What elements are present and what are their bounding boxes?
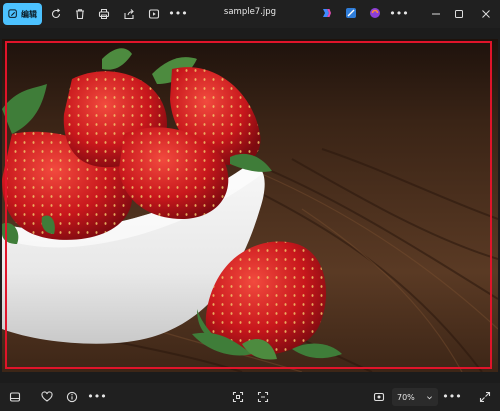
actual-size-icon [232, 391, 244, 403]
printer-icon [98, 9, 110, 19]
maximize-icon [455, 10, 463, 18]
heart-icon [41, 391, 53, 402]
close-icon [482, 10, 490, 18]
image-canvas[interactable] [0, 28, 500, 383]
status-bar: ••• 70% ••• [0, 383, 500, 411]
zoom-value: 70% [397, 392, 415, 402]
title-bar: 编辑 ••• sample7.jpg ••• [0, 0, 500, 28]
actual-size-button[interactable] [229, 388, 247, 406]
designer-icon[interactable] [345, 7, 357, 19]
window-more-button[interactable]: ••• [389, 5, 408, 23]
more-options-button[interactable]: ••• [168, 5, 187, 23]
close-button[interactable] [477, 5, 495, 23]
filmstrip-icon [9, 392, 21, 402]
copilot-icon[interactable] [320, 7, 332, 19]
filmstrip-button[interactable] [6, 388, 24, 406]
edit-button-label: 编辑 [21, 9, 37, 19]
fullscreen-icon [479, 391, 491, 403]
slideshow-icon [148, 9, 160, 19]
fit-window-icon [257, 391, 269, 403]
slideshow-button[interactable] [145, 5, 163, 23]
delete-button[interactable] [71, 5, 89, 23]
favorite-button[interactable] [38, 388, 56, 406]
edit-icon [8, 9, 17, 18]
share-icon [124, 9, 134, 20]
print-button[interactable] [95, 5, 113, 23]
photo-strawberries [2, 39, 498, 372]
zoom-dropdown[interactable]: 70% [392, 388, 438, 406]
fullscreen-button[interactable] [476, 388, 494, 406]
footer-more-button[interactable]: ••• [87, 388, 106, 406]
view-mode-icon [373, 392, 385, 402]
share-button[interactable] [120, 5, 138, 23]
minimize-icon [432, 13, 440, 15]
fit-to-window-button[interactable] [254, 388, 272, 406]
view-mode-button[interactable] [370, 388, 388, 406]
maximize-button[interactable] [450, 5, 468, 23]
file-name: sample7.jpg [223, 7, 277, 17]
rotate-button[interactable] [47, 5, 65, 23]
clipchamp-icon[interactable] [369, 7, 381, 19]
info-icon [66, 391, 78, 403]
zoom-more-button[interactable]: ••• [442, 388, 461, 406]
file-info-button[interactable] [63, 388, 81, 406]
rotate-icon [51, 8, 61, 19]
trash-icon [76, 9, 84, 20]
edit-button[interactable]: 编辑 [3, 3, 42, 25]
minimize-button[interactable] [427, 5, 445, 23]
chevron-down-icon [427, 395, 432, 399]
